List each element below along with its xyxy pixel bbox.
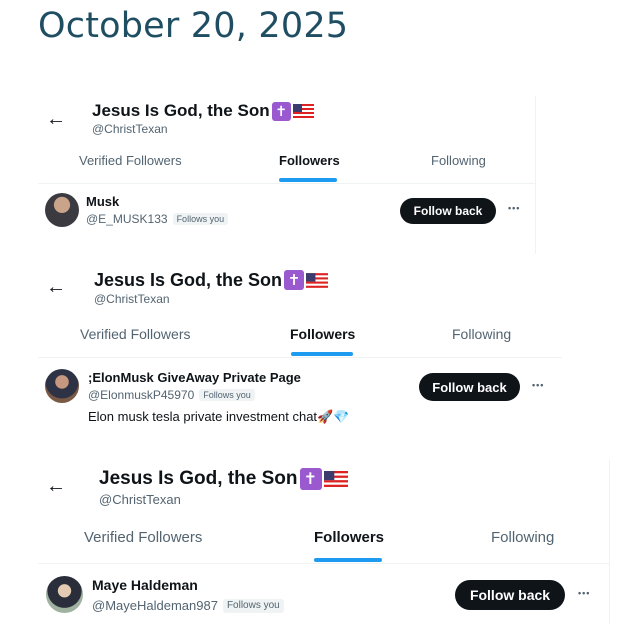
follows-you-badge: Follows you — [172, 212, 229, 226]
follows-you-badge: Follows you — [199, 388, 255, 402]
avatar[interactable] — [45, 369, 79, 403]
us-flag-icon — [292, 104, 314, 118]
avatar[interactable] — [46, 576, 83, 613]
tab-following[interactable]: Following — [431, 153, 486, 168]
user-handle: @MayeHaldeman987 Follows you — [92, 598, 284, 613]
tab-verified-followers[interactable]: Verified Followers — [84, 529, 202, 546]
tab-followers[interactable]: Followers — [314, 529, 384, 546]
tabs-divider — [38, 183, 535, 184]
active-tab-indicator — [314, 558, 382, 562]
followers-panel-2: ← Jesus Is God, the Son ✝ @ChristTexan V… — [38, 262, 562, 442]
tab-following[interactable]: Following — [491, 529, 554, 546]
back-arrow-icon[interactable]: ← — [46, 109, 66, 129]
user-name[interactable]: Maye Haldeman — [92, 577, 198, 593]
us-flag-icon — [323, 471, 348, 487]
user-bio: Elon musk tesla private investment chat🚀… — [88, 409, 350, 424]
cross-emoji-icon: ✝ — [271, 101, 291, 121]
tab-verified-followers[interactable]: Verified Followers — [79, 153, 182, 168]
cross-emoji-icon: ✝ — [284, 270, 305, 290]
tab-following[interactable]: Following — [452, 326, 511, 342]
more-options-icon[interactable]: ••• — [532, 380, 544, 390]
avatar[interactable] — [45, 193, 79, 227]
more-options-icon[interactable]: ••• — [578, 588, 590, 598]
tabs-divider — [38, 357, 562, 358]
profile-name: Jesus Is God, the Son ✝ — [94, 269, 329, 291]
back-arrow-icon[interactable]: ← — [46, 277, 66, 297]
tab-followers[interactable]: Followers — [279, 153, 340, 168]
profile-handle: @ChristTexan — [99, 492, 181, 507]
back-arrow-icon[interactable]: ← — [46, 476, 66, 496]
follow-back-button[interactable]: Follow back — [419, 373, 520, 401]
follow-back-button[interactable]: Follow back — [400, 198, 496, 224]
panel-border — [535, 96, 536, 254]
user-name[interactable]: ;ElonMusk GiveAway Private Page — [88, 370, 301, 385]
follow-back-button[interactable]: Follow back — [455, 580, 565, 610]
panel-border — [609, 460, 610, 624]
cross-emoji-icon: ✝ — [299, 468, 322, 490]
tabs-divider — [38, 563, 609, 564]
date-heading: October 20, 2025 — [38, 6, 349, 46]
profile-name: Jesus Is God, the Son ✝ — [92, 100, 314, 122]
followers-panel-3: ← Jesus Is God, the Son ✝ @ChristTexan V… — [38, 460, 610, 624]
user-name[interactable]: Musk — [86, 194, 119, 209]
tab-followers[interactable]: Followers — [290, 326, 355, 342]
user-handle: @E_MUSK133 Follows you — [86, 212, 229, 226]
profile-handle: @ChristTexan — [94, 292, 170, 306]
more-options-icon[interactable]: ••• — [508, 203, 520, 213]
follows-you-badge: Follows you — [222, 598, 284, 613]
active-tab-indicator — [279, 178, 337, 182]
us-flag-icon — [306, 272, 329, 288]
user-handle: @ElonmuskP45970 Follows you — [88, 388, 255, 402]
tab-verified-followers[interactable]: Verified Followers — [80, 326, 191, 342]
profile-handle: @ChristTexan — [92, 122, 168, 136]
active-tab-indicator — [291, 352, 353, 356]
followers-panel-1: ← Jesus Is God, the Son ✝ @ChristTexan V… — [38, 96, 536, 254]
profile-name: Jesus Is God, the Son ✝ — [99, 467, 348, 491]
